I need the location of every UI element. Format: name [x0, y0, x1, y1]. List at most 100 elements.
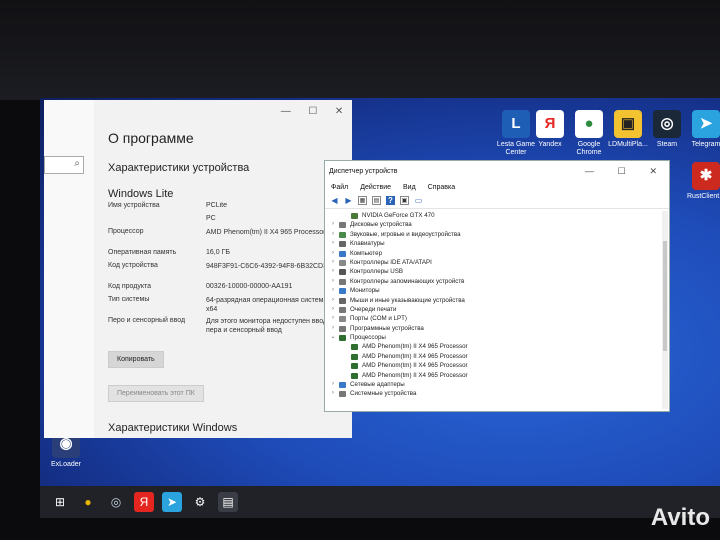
back-arrow-icon[interactable]: ◀: [330, 196, 339, 205]
expand-arrow-icon[interactable]: ›: [329, 277, 337, 286]
start-button[interactable]: ⊞: [50, 492, 70, 512]
expand-arrow-icon[interactable]: ›: [329, 220, 337, 229]
tree-node[interactable]: NVIDIA GeForce GTX 470: [329, 211, 659, 220]
spec-row: Код устройства 948F3F91-C6C6-4392-94F8-6B…: [108, 262, 352, 283]
tree-node-label: Клавиатуры: [350, 240, 385, 248]
vertical-scrollbar[interactable]: [662, 211, 668, 409]
expand-arrow-icon[interactable]: ›: [329, 305, 337, 314]
expand-arrow-icon[interactable]: ›: [329, 380, 337, 389]
desktop-icon-label: LDMultiPla...: [608, 141, 648, 148]
tree-node-label: Дисковые устройства: [350, 221, 412, 229]
tree-node[interactable]: › Контроллеры запоминающих устройств: [329, 277, 659, 286]
tree-node[interactable]: AMD Phenom(tm) II X4 965 Processor: [329, 371, 659, 380]
expand-arrow-icon[interactable]: ›: [329, 286, 337, 295]
desktop-icon[interactable]: ✱ RustClient...: [684, 162, 720, 201]
device-icon: [339, 306, 346, 313]
close-icon[interactable]: ✕: [335, 106, 343, 117]
spec-row: Тип системы 64-разрядная операционная сис…: [108, 296, 366, 317]
menu-item[interactable]: Действие: [360, 184, 391, 191]
device-icon: [339, 288, 346, 295]
tree-node[interactable]: ⌄ Процессоры: [329, 333, 659, 342]
device-icon: [339, 382, 346, 389]
tree-node-label: AMD Phenom(tm) II X4 965 Processor: [362, 371, 468, 379]
expand-arrow-icon[interactable]: ›: [329, 389, 337, 398]
app-icon: ●: [575, 110, 603, 138]
yandex-taskbar[interactable]: Я: [134, 492, 154, 512]
expand-arrow-icon[interactable]: ›: [329, 314, 337, 323]
device-icon: [339, 316, 346, 323]
tree-node-label: NVIDIA GeForce GTX 470: [362, 212, 435, 219]
help-icon[interactable]: ?: [386, 196, 395, 205]
expand-arrow-icon[interactable]: ›: [329, 296, 337, 305]
tree-node[interactable]: › Программные устройства: [329, 324, 659, 333]
tree-node[interactable]: › Мониторы: [329, 286, 659, 295]
expand-arrow-icon[interactable]: ›: [329, 239, 337, 248]
devmgr-taskbar[interactable]: ▤: [218, 492, 238, 512]
tree-view-icon[interactable]: ▤: [372, 196, 381, 205]
spec-row: Перо и сенсорный ввод Для этого монитора …: [108, 317, 365, 338]
device-icon: [339, 325, 346, 332]
properties-icon[interactable]: ▦: [358, 196, 367, 205]
tree-node[interactable]: › Дисковые устройства: [329, 220, 659, 229]
tree-node-label: Мыши и иные указывающие устройства: [350, 296, 465, 304]
forward-arrow-icon[interactable]: ▶: [344, 196, 353, 205]
steam-taskbar[interactable]: ◎: [106, 492, 126, 512]
expand-arrow-icon[interactable]: ›: [329, 324, 337, 333]
tree-node[interactable]: › Контроллеры IDE ATA/ATAPI: [329, 258, 659, 267]
tree-node[interactable]: › Порты (COM и LPT): [329, 314, 659, 323]
tree-node[interactable]: › Звуковые, игровые и видеоустройства: [329, 230, 659, 239]
tree-node-label: AMD Phenom(tm) II X4 965 Processor: [362, 352, 468, 360]
tree-node[interactable]: › Клавиатуры: [329, 239, 659, 248]
tree-node[interactable]: › Очереди печати: [329, 305, 659, 314]
expand-arrow-icon[interactable]: ›: [329, 249, 337, 258]
search-input[interactable]: ⌕: [44, 156, 84, 174]
tree-node[interactable]: AMD Phenom(tm) II X4 965 Processor: [329, 361, 659, 370]
rename-pc-button[interactable]: Переименовать этот ПК: [108, 385, 204, 402]
tree-node[interactable]: › Контроллеры USB: [329, 267, 659, 276]
device-icon: [351, 353, 358, 360]
tree-node[interactable]: › Системные устройства: [329, 389, 659, 398]
desktop-icon[interactable]: ◎ Steam: [645, 110, 689, 149]
expand-arrow-icon[interactable]: ›: [329, 258, 337, 267]
close-icon[interactable]: ✕: [650, 166, 658, 177]
desktop-icon[interactable]: ➤ Telegram: [684, 110, 720, 149]
app-icon: ✱: [692, 162, 720, 190]
copy-button[interactable]: Копировать: [108, 351, 164, 368]
minimize-icon[interactable]: —: [281, 106, 291, 117]
desktop-icon[interactable]: Я Yandex: [528, 110, 572, 149]
maximize-icon[interactable]: ☐: [618, 166, 626, 177]
spec-row: Код продукта 00326-10000-00000-AA191: [108, 283, 352, 296]
minimize-icon[interactable]: —: [585, 166, 594, 177]
tree-node[interactable]: AMD Phenom(tm) II X4 965 Processor: [329, 342, 659, 351]
settings-sidebar: ⌕: [44, 100, 94, 438]
device-tree: NVIDIA GeForce GTX 470 › Дисковые устройст…: [329, 211, 659, 409]
desktop-icon-label: Steam: [656, 141, 678, 148]
device-icon: [339, 250, 346, 257]
settings-taskbar[interactable]: ⚙: [190, 492, 210, 512]
expand-arrow-icon[interactable]: ›: [329, 267, 337, 276]
app-icon: L: [502, 110, 530, 138]
scan-icon[interactable]: ▣: [400, 196, 409, 205]
monitor-icon[interactable]: ▭: [414, 196, 423, 205]
expand-arrow-icon[interactable]: ›: [329, 230, 337, 239]
expand-arrow-icon[interactable]: ⌄: [329, 333, 337, 342]
desktop-icon-label: Yandex: [538, 141, 562, 148]
telegram-taskbar[interactable]: ➤: [162, 492, 182, 512]
tree-node-label: Процессоры: [350, 334, 386, 342]
tree-node[interactable]: › Сетевые адаптеры: [329, 380, 659, 389]
tree-node[interactable]: AMD Phenom(tm) II X4 965 Processor: [329, 352, 659, 361]
spec-key: Перо и сенсорный ввод: [108, 317, 186, 324]
menu-item[interactable]: Справка: [428, 184, 455, 191]
device-icon: [339, 222, 346, 229]
about-content: О программе Характеристики устройства Wi…: [108, 130, 366, 448]
chrome-taskbar[interactable]: ●: [78, 492, 98, 512]
maximize-icon[interactable]: ☐: [308, 106, 317, 117]
menu-item[interactable]: Файл: [331, 184, 348, 191]
tree-node[interactable]: › Компьютер: [329, 249, 659, 258]
tree-node[interactable]: › Мыши и иные указывающие устройства: [329, 296, 659, 305]
edition-label: Windows Lite: [108, 188, 174, 200]
desktop-icon[interactable]: ▣ LDMultiPla...: [606, 110, 650, 149]
desktop-icon[interactable]: ● Google Chrome: [567, 110, 611, 157]
scrollbar-thumb[interactable]: [663, 241, 667, 351]
menu-item[interactable]: Вид: [403, 184, 416, 191]
